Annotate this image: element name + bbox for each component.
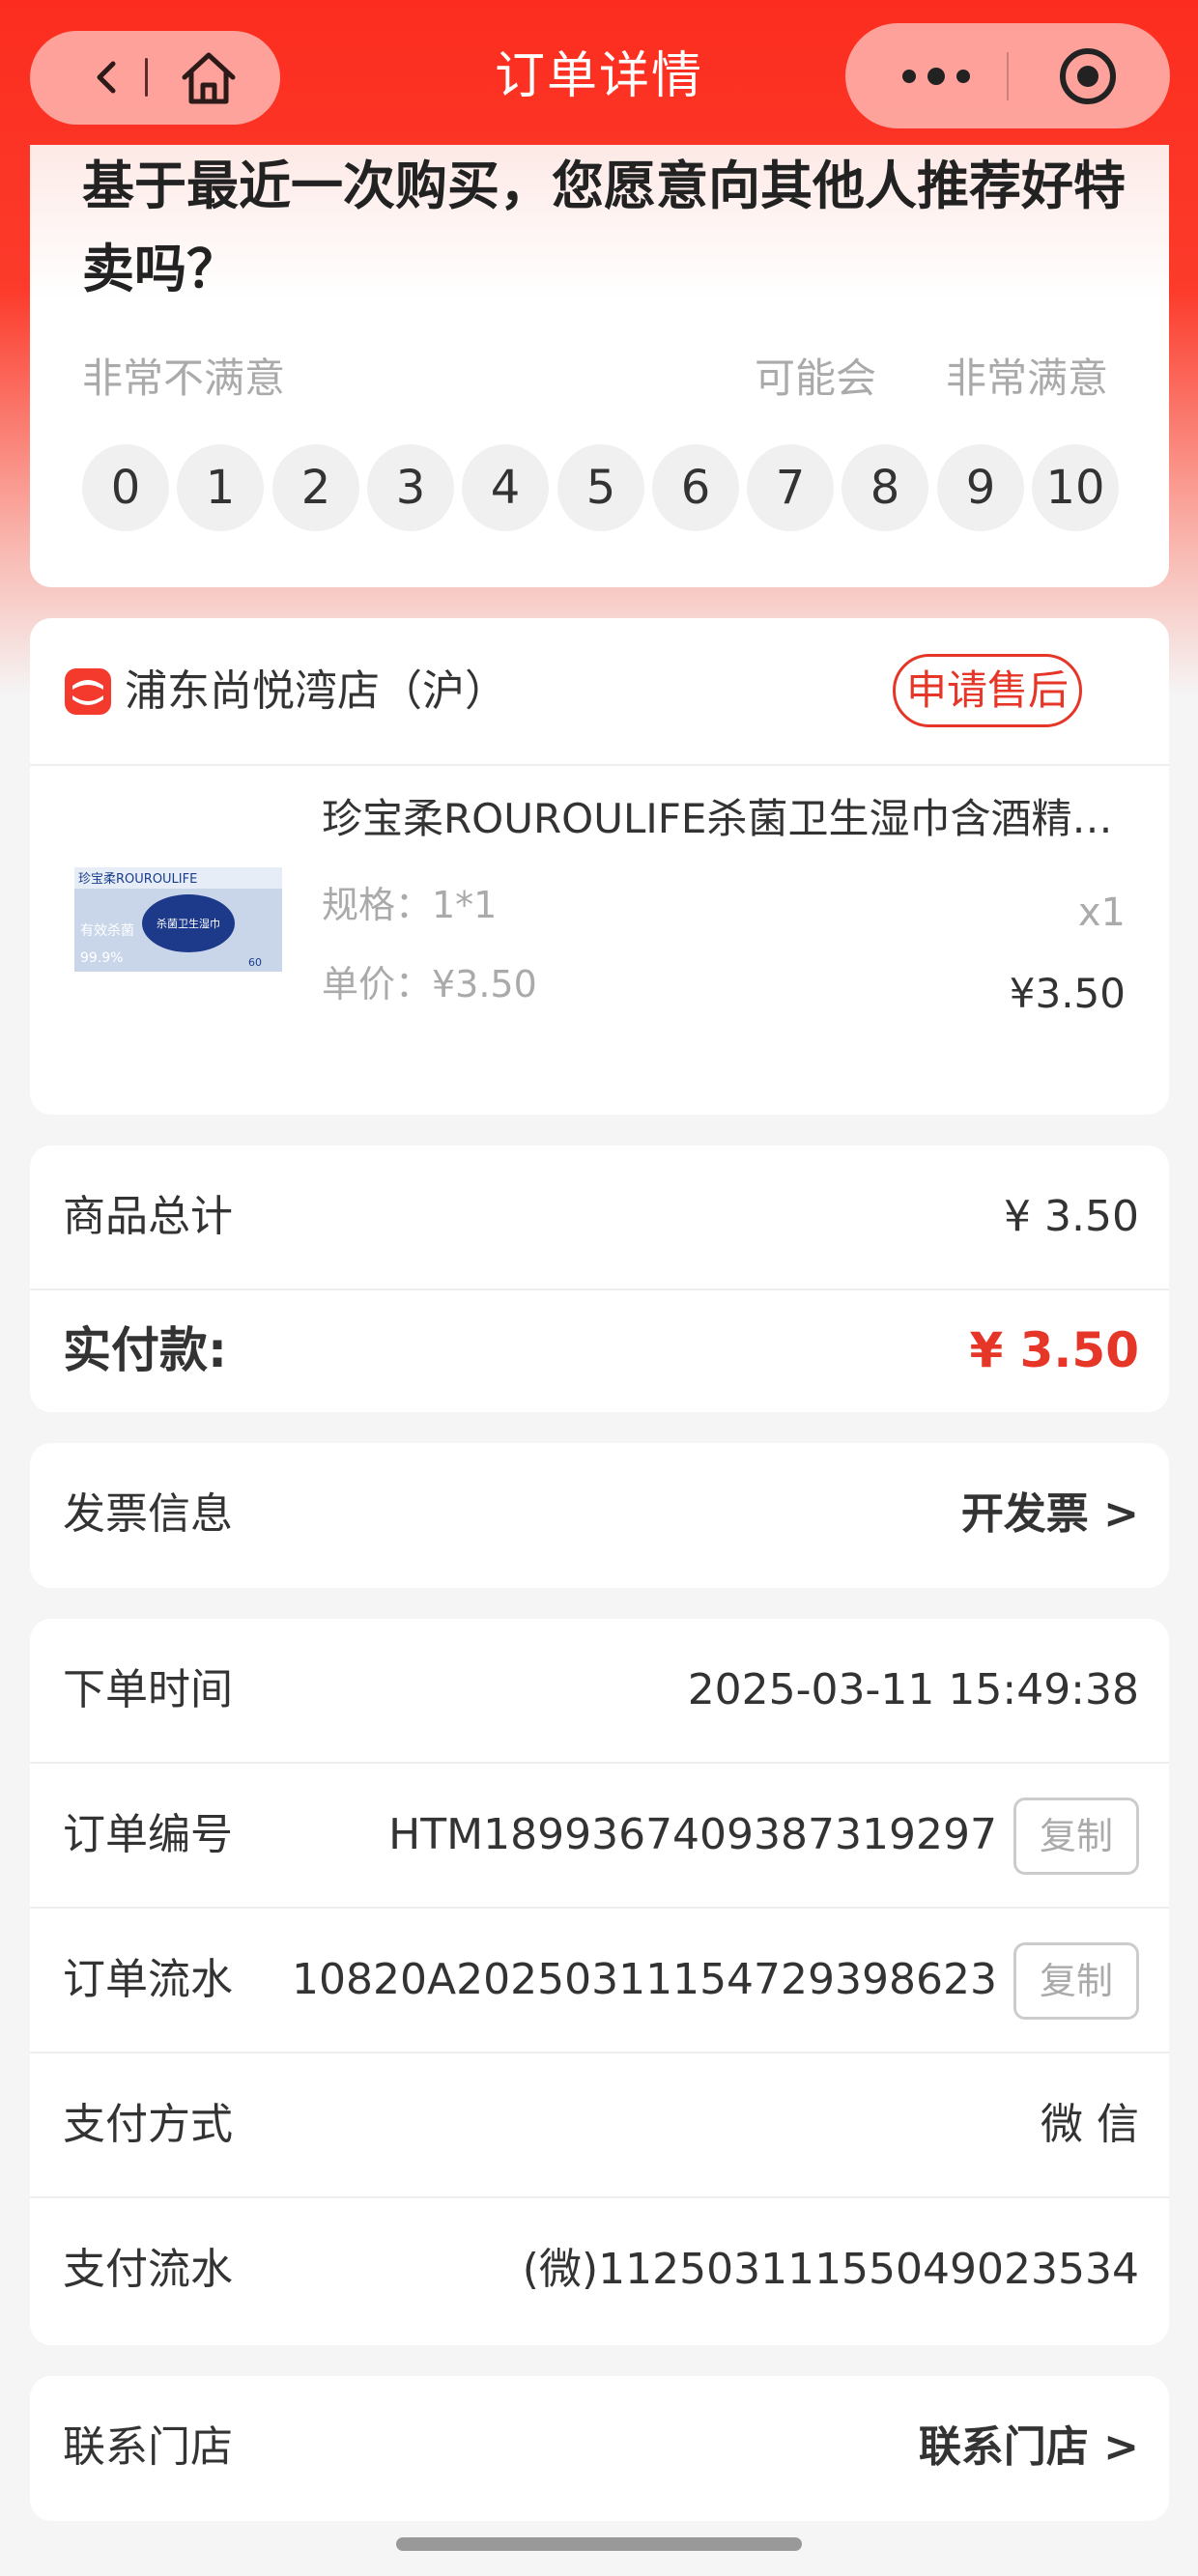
score-option[interactable]: 4 xyxy=(462,444,549,531)
thumb-percent-text: 99.9% xyxy=(80,950,123,966)
home-indicator[interactable] xyxy=(396,2537,802,2551)
product-unit-price: 单价：¥3.50 xyxy=(322,963,537,1005)
recommend-survey-card: 基于最近一次购买，您愿意向其他人推荐好特卖吗？ 非常不满意 可能会 非常满意 0… xyxy=(30,145,1169,587)
after-sale-button[interactable]: 申请售后 xyxy=(893,654,1082,727)
pay-method-label: 支付方式 xyxy=(63,2100,233,2149)
order-info-card: 下单时间 2025-03-11 15:49:38 订单编号 HTM1899367… xyxy=(30,1619,1169,2345)
score-option[interactable]: 3 xyxy=(367,444,454,531)
product-thumbnail[interactable]: 珍宝柔ROUROULIFE 杀菌卫生湿巾 有效杀菌 99.9% 60 xyxy=(74,867,282,972)
order-serial-row: 订单流水 10820A20250311154729398623 复制 xyxy=(30,1909,1169,2053)
target-circle-icon[interactable] xyxy=(1056,44,1120,108)
copy-order-serial-button[interactable]: 复制 xyxy=(1013,1942,1139,2020)
paid-row: 实付款: ¥ 3.50 xyxy=(30,1290,1169,1412)
paid-label: 实付款: xyxy=(63,1322,227,1378)
order-serial-value: 10820A20250311154729398623 xyxy=(292,1955,997,2004)
invoice-label: 发票信息 xyxy=(63,1489,233,1539)
order-number-row: 订单编号 HTM1899367409387319297 复制 xyxy=(30,1764,1169,1909)
product-price: ¥3.50 xyxy=(1009,970,1126,1017)
order-time-value: 2025-03-11 15:49:38 xyxy=(687,1665,1139,1714)
score-option[interactable]: 7 xyxy=(747,444,834,531)
navigation-bar: 订单详情 xyxy=(0,0,1198,155)
contact-store-card[interactable]: 联系门店 联系门店 > xyxy=(30,2376,1169,2521)
totals-card: 商品总计 ¥ 3.50 实付款: ¥ 3.50 xyxy=(30,1146,1169,1412)
scale-label-mid: 可能会 xyxy=(755,354,877,402)
store-icon xyxy=(65,668,111,715)
score-option[interactable]: 10 xyxy=(1032,444,1119,531)
invoice-row[interactable]: 发票信息 开发票 > xyxy=(30,1443,1169,1588)
goods-total-value: ¥ 3.50 xyxy=(1004,1192,1139,1241)
goods-total-row: 商品总计 ¥ 3.50 xyxy=(30,1146,1169,1290)
thumb-left-text: 有效杀菌 xyxy=(80,923,134,939)
product-name[interactable]: 珍宝柔ROUROULIFE杀菌卫生湿巾含酒精抑菌擦手湿纸巾 xyxy=(322,790,1153,848)
score-option[interactable]: 0 xyxy=(82,444,169,531)
scale-label-right: 非常满意 xyxy=(946,354,1109,402)
nav-right-capsule xyxy=(845,23,1170,128)
invoice-action[interactable]: 开发票 > xyxy=(961,1443,1139,1586)
score-option[interactable]: 2 xyxy=(272,444,359,531)
copy-order-number-button[interactable]: 复制 xyxy=(1013,1798,1139,1875)
score-option[interactable]: 5 xyxy=(557,444,644,531)
score-option[interactable]: 8 xyxy=(841,444,928,531)
thumb-center-text: 杀菌卫生湿巾 xyxy=(157,917,220,930)
thumb-brand-text: 珍宝柔ROUROULIFE xyxy=(78,872,197,887)
more-dots-icon[interactable] xyxy=(890,52,983,100)
pay-serial-value: (微)112503111550490235​34 xyxy=(522,2245,1139,2294)
invoice-card[interactable]: 发票信息 开发票 > xyxy=(30,1443,1169,1588)
pay-method-value: 微 信 xyxy=(1041,2100,1139,2149)
order-serial-label: 订单流水 xyxy=(63,1955,233,2004)
order-time-label: 下单时间 xyxy=(63,1665,233,1714)
thumb-count-text: 60 xyxy=(248,956,262,969)
scale-label-left: 非常不满意 xyxy=(82,354,286,402)
paid-value: ¥ 3.50 xyxy=(969,1322,1139,1378)
order-number-label: 订单编号 xyxy=(63,1810,233,1859)
order-number-value: HTM1899367409387319297 xyxy=(388,1810,997,1859)
order-time-row: 下单时间 2025-03-11 15:49:38 xyxy=(30,1619,1169,1764)
contact-store-action[interactable]: 联系门店 > xyxy=(919,2376,1139,2519)
product-quantity: x1 xyxy=(1077,891,1126,935)
score-options: 0 1 2 3 4 5 6 7 8 9 10 xyxy=(82,444,1145,531)
store-name: 浦东尚悦湾店（沪） xyxy=(125,666,507,716)
store-header: 浦东尚悦湾店（沪） 申请售后 xyxy=(30,618,1169,766)
score-option[interactable]: 9 xyxy=(937,444,1024,531)
pay-method-row: 支付方式 微 信 xyxy=(30,2053,1169,2198)
goods-total-label: 商品总计 xyxy=(63,1192,233,1241)
contact-store-label: 联系门店 xyxy=(63,2422,233,2472)
product-spec: 规格：1*1 xyxy=(322,884,498,926)
store-order-card: 浦东尚悦湾店（沪） 申请售后 珍宝柔ROUROULIFE 杀菌卫生湿巾 有效杀菌… xyxy=(30,618,1169,1115)
survey-question: 基于最近一次购买，您愿意向其他人推荐好特卖吗？ xyxy=(82,156,1126,299)
capsule-divider xyxy=(1007,52,1009,100)
score-option[interactable]: 6 xyxy=(652,444,739,531)
contact-store-row[interactable]: 联系门店 联系门店 > xyxy=(30,2376,1169,2521)
pay-serial-row: 支付流水 (微)112503111550490235​34 xyxy=(30,2198,1169,2345)
score-option[interactable]: 1 xyxy=(177,444,264,531)
pay-serial-label: 支付流水 xyxy=(63,2245,233,2294)
